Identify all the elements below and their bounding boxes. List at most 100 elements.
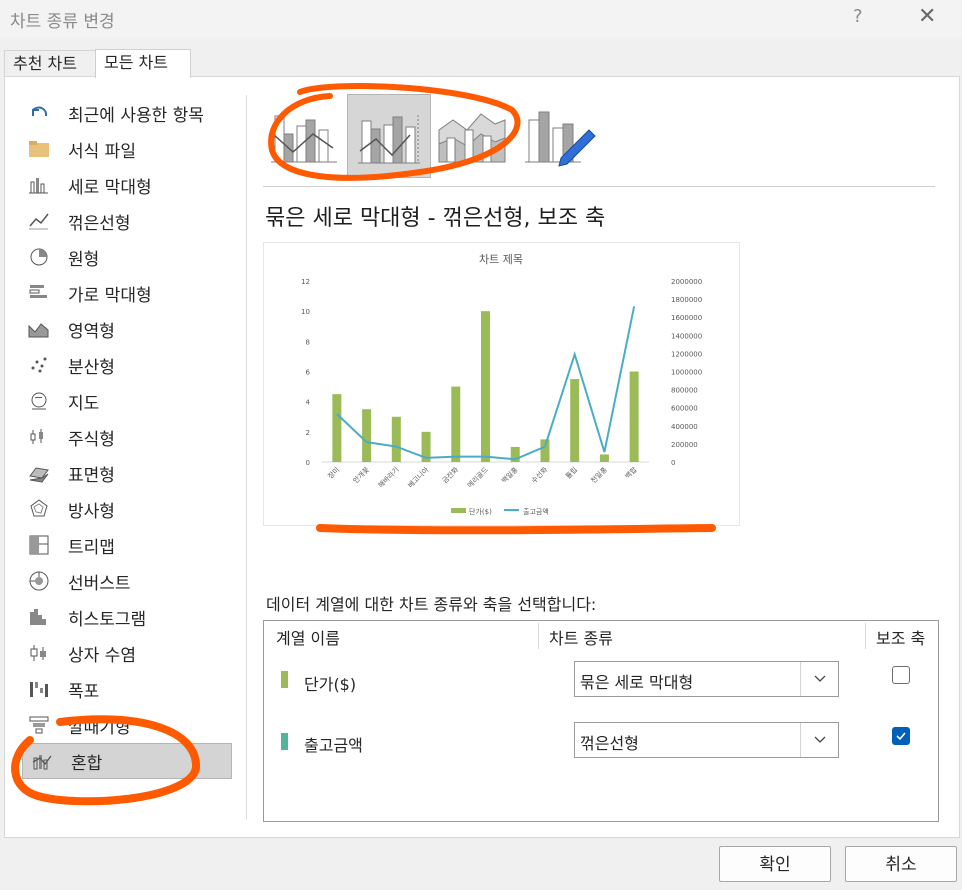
chart-title: 차트 제목 xyxy=(479,253,523,266)
sidebar-item[interactable]: 표면형 xyxy=(20,455,233,491)
chart-preview: 차트 제목 0 2 4 6 8 10 12 0 200000 400000 600000 800000… xyxy=(263,242,740,526)
y2-tick-label: 1800000 xyxy=(671,296,702,304)
column-chart-icon xyxy=(28,174,50,196)
ok-button[interactable]: 확인 xyxy=(719,846,831,882)
subtype-custom-combination[interactable] xyxy=(515,94,599,178)
title-bar: 차트 종류 변경 ? ✕ xyxy=(0,0,962,38)
sidebar-item[interactable]: 분산형 xyxy=(20,347,233,383)
sidebar-item[interactable]: 최근에 사용한 항목 xyxy=(20,95,233,131)
chart-type-value: 꺾은선형 xyxy=(580,734,639,753)
sidebar-item[interactable]: 영역형 xyxy=(20,311,233,347)
y2-tick-label: 2000000 xyxy=(671,278,702,286)
sidebar-item-label: 세로 막대형 xyxy=(68,177,152,198)
y-tick-label: 12 xyxy=(301,278,310,286)
y-tick-label: 4 xyxy=(306,399,311,407)
bar-8 xyxy=(540,439,550,462)
sidebar-item-label: 원형 xyxy=(68,249,100,270)
chart-subtype-gallery xyxy=(263,94,599,178)
bar-5 xyxy=(451,386,461,462)
sidebar-item-label: 최근에 사용한 항목 xyxy=(68,105,204,126)
x-tick-label: 수선화 xyxy=(529,465,549,485)
y2-tick-label: 200000 xyxy=(671,441,698,449)
line-chart-icon xyxy=(28,210,50,232)
chevron-down-icon[interactable] xyxy=(800,662,838,696)
sidebar-item-label: 트리맵 xyxy=(68,537,115,558)
x-tick-label: 베고니아 xyxy=(406,465,431,490)
subtype-column-line-secondary-axis[interactable] xyxy=(347,94,431,178)
sidebar-item[interactable]: 지도 xyxy=(20,383,233,419)
recent-icon xyxy=(28,102,50,124)
y-tick-label: 10 xyxy=(301,308,310,316)
dialog-title: 차트 종류 변경 xyxy=(10,12,115,32)
subtype-clustered-column-line[interactable] xyxy=(263,94,347,178)
sidebar-item[interactable]: 깔때기형 xyxy=(20,707,233,743)
checkmark-icon xyxy=(896,732,906,741)
secondary-axis-checkbox-shipment-amount[interactable] xyxy=(892,727,910,745)
y2-tick-label: 400000 xyxy=(671,423,698,431)
sidebar-item[interactable]: 가로 막대형 xyxy=(20,275,233,311)
custom-combination-icon xyxy=(525,111,596,167)
legend-label: 단가($) xyxy=(469,507,492,516)
vertical-divider xyxy=(246,95,247,820)
y2-tick-label: 1600000 xyxy=(671,314,702,322)
tab-all-charts[interactable]: 모든 차트 xyxy=(95,49,191,78)
sidebar-item-label: 분산형 xyxy=(68,357,115,378)
sidebar-item-label: 방사형 xyxy=(68,501,115,522)
sidebar-item-label: 서식 파일 xyxy=(68,141,136,162)
bar-1 xyxy=(332,394,342,462)
header-chart-type: 차트 종류 xyxy=(549,629,613,648)
sidebar-item[interactable]: 서식 파일 xyxy=(20,131,233,167)
radar-chart-icon xyxy=(28,498,50,520)
bar-6 xyxy=(481,311,490,462)
sidebar-item[interactable]: 주식형 xyxy=(20,419,233,455)
tab-recommended-charts[interactable]: 추천 차트 xyxy=(4,50,97,77)
sidebar-item[interactable]: 상자 수염 xyxy=(20,635,233,671)
folder-icon xyxy=(28,138,50,160)
scatter-chart-icon xyxy=(28,354,50,376)
x-tick-label: 장미 xyxy=(326,465,341,480)
sidebar-item[interactable]: 혼합 xyxy=(22,743,232,779)
x-tick-label: 금잔화 xyxy=(440,465,460,485)
chart-type-value: 묶은 세로 막대형 xyxy=(580,673,694,692)
subtype-stacked-area-column[interactable] xyxy=(431,94,515,178)
y2-tick-label: 1200000 xyxy=(671,350,702,358)
sidebar-item[interactable]: 꺾은선형 xyxy=(20,203,233,239)
selected-subtype-title: 묶은 세로 막대형 - 꺾은선형, 보조 축 xyxy=(265,206,606,231)
series-color-swatch xyxy=(281,733,288,750)
histogram-chart-icon xyxy=(28,606,50,628)
sidebar-item-label: 상자 수염 xyxy=(68,645,136,666)
combo-chart-icon xyxy=(31,750,53,772)
legend-swatch-bar xyxy=(451,508,466,513)
sidebar-item[interactable]: 세로 막대형 xyxy=(20,167,233,203)
chart-type-select-unit-price[interactable]: 묶은 세로 막대형 xyxy=(574,661,839,697)
chevron-down-icon[interactable] xyxy=(800,723,838,757)
header-separator xyxy=(538,623,539,649)
boxwhisker-chart-icon xyxy=(28,642,50,664)
clustered-column-line-secondary-axis-icon xyxy=(358,115,420,164)
help-button[interactable]: ? xyxy=(853,6,863,27)
chart-type-select-shipment-amount[interactable]: 꺾은선형 xyxy=(574,722,839,758)
legend-label: 출고금액 xyxy=(523,507,549,516)
series-grid: 계열 이름 차트 종류 보조 축 단가($) 묶은 세로 막대형 출고금액 꺾은… xyxy=(263,620,939,822)
bar-2 xyxy=(362,409,372,462)
x-tick-label: 백일홍 xyxy=(500,465,520,485)
sidebar-item[interactable]: 폭포 xyxy=(20,671,233,707)
gallery-separator xyxy=(263,186,935,187)
pie-chart-icon xyxy=(28,246,50,268)
sidebar-item[interactable]: 방사형 xyxy=(20,491,233,527)
bar-9 xyxy=(570,379,580,462)
sidebar-item[interactable]: 원형 xyxy=(20,239,233,275)
sidebar-item[interactable]: 선버스트 xyxy=(20,563,233,599)
x-tick-label: 안개꽃 xyxy=(351,465,371,485)
bar-chart-icon xyxy=(28,282,50,304)
sidebar-item-label: 깔때기형 xyxy=(68,717,131,738)
secondary-axis-checkbox-unit-price[interactable] xyxy=(892,666,910,684)
sidebar-item[interactable]: 트리맵 xyxy=(20,527,233,563)
waterfall-chart-icon xyxy=(28,678,50,700)
x-tick-label: 튤립 xyxy=(564,466,579,481)
sidebar-item-label: 혼합 xyxy=(71,753,103,774)
bar-11 xyxy=(629,371,639,462)
close-button[interactable]: ✕ xyxy=(918,4,936,29)
sidebar-item[interactable]: 히스토그램 xyxy=(20,599,233,635)
cancel-button[interactable]: 취소 xyxy=(845,846,957,882)
